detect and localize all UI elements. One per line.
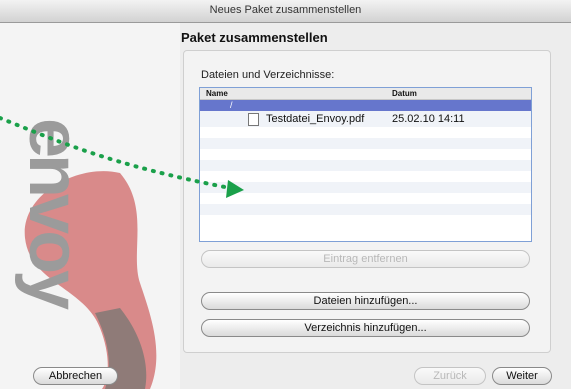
drag-arrow-icon [0, 116, 244, 198]
